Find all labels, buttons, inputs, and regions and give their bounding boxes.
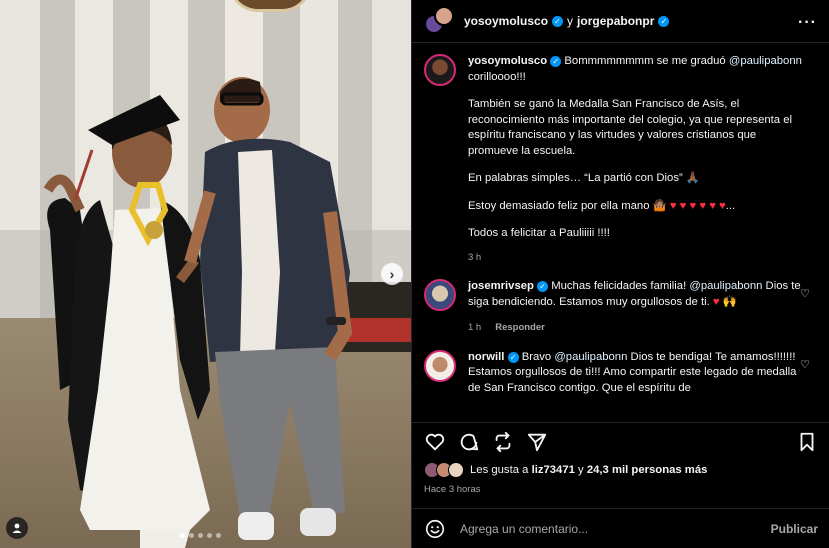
verified-badge-icon: ✓ xyxy=(507,351,519,363)
caption-paragraph: También se ganó la Medalla San Francisco… xyxy=(468,98,793,157)
post-timestamp: Hace 3 horas xyxy=(424,484,481,495)
emoji-picker-icon[interactable] xyxy=(424,518,446,540)
more-options-icon[interactable]: ··· xyxy=(798,14,817,32)
comment-emojis: ♥ 🙌 xyxy=(712,295,737,308)
liker-username[interactable]: liz73471 xyxy=(532,464,575,476)
comment-composer: Publicar xyxy=(412,508,829,548)
caption-username[interactable]: yosoymolusco xyxy=(468,55,547,67)
author-connector: y xyxy=(567,14,574,28)
instagram-post-modal: › yosoymolusco ✓ y jorgepabonpr ✓ ··· yo… xyxy=(0,0,829,548)
collab-avatars[interactable] xyxy=(424,6,454,36)
avatar[interactable] xyxy=(424,349,456,382)
user-tag-icon xyxy=(12,523,22,533)
caption-paragraph: Estoy demasiado feliz por ella mano 🤷🏽 ♥… xyxy=(468,199,804,215)
bookmark-icon[interactable] xyxy=(796,431,818,453)
author-username[interactable]: yosoymolusco xyxy=(464,14,548,28)
heart-emojis: ♥ ♥ ♥ ♥ ♥ ♥ xyxy=(669,199,726,212)
carousel-indicator xyxy=(180,533,221,538)
like-comment-heart-icon[interactable]: ♡ xyxy=(800,358,810,371)
carousel-dot xyxy=(180,533,185,538)
liker-avatars xyxy=(424,462,466,478)
like-heart-icon[interactable] xyxy=(424,431,446,453)
likes-count[interactable]: 24,3 mil personas más xyxy=(587,464,708,476)
avatar xyxy=(448,462,464,478)
verified-badge-icon: ✓ xyxy=(537,281,549,293)
reply-button[interactable]: Responder xyxy=(495,320,545,336)
repost-icon[interactable] xyxy=(492,431,514,453)
comment-input[interactable] xyxy=(460,521,771,536)
carousel-dot xyxy=(216,533,221,538)
likes-summary[interactable]: Les gusta a liz73471 y 24,3 mil personas… xyxy=(424,462,707,478)
comment: josemrivsep ✓ Muchas felicidades familia… xyxy=(424,279,818,336)
post-photo[interactable]: › xyxy=(0,0,411,548)
avatar[interactable] xyxy=(424,279,456,311)
verified-badge-icon: ✓ xyxy=(550,56,562,68)
post-side-panel: yosoymolusco ✓ y jorgepabonpr ✓ ··· yoso… xyxy=(411,0,829,548)
comment: norwill ✓ Bravo @paulipabonn Dios te ben… xyxy=(424,349,818,397)
caption: yosoymolusco ✓ Bommmmmmmm se me graduó @… xyxy=(424,54,818,265)
tagged-users-button[interactable] xyxy=(6,517,28,539)
man-figure xyxy=(184,77,353,540)
likes-prefix: Les gusta a xyxy=(470,464,529,476)
share-send-icon[interactable] xyxy=(526,431,548,453)
like-comment-heart-icon[interactable]: ♡ xyxy=(800,287,810,300)
post-authors: yosoymolusco ✓ y jorgepabonpr ✓ xyxy=(464,14,670,28)
comment-text: Bravo xyxy=(521,350,552,363)
carousel-dot xyxy=(198,533,203,538)
verified-badge-icon: ✓ xyxy=(552,15,564,27)
comment-mention[interactable]: @paulipabonn xyxy=(689,280,762,292)
likes-connector: y xyxy=(578,464,584,476)
caption-paragraph: Todos a felicitar a Pauliiiii !!!! xyxy=(468,227,610,239)
caption-text: Estoy demasiado feliz por ella mano 🤷🏽 xyxy=(468,199,667,212)
comments-list: yosoymolusco ✓ Bommmmmmmm se me graduó @… xyxy=(412,54,829,419)
avatar xyxy=(434,6,454,26)
caption-paragraph: En palabras simples… “La partió con Dios… xyxy=(468,172,700,184)
post-actions xyxy=(412,422,829,456)
coauthor-username[interactable]: jorgepabonpr xyxy=(577,14,654,28)
publish-button[interactable]: Publicar xyxy=(771,522,818,536)
caption-ellipsis: ... xyxy=(725,199,736,212)
next-slide-button[interactable]: › xyxy=(381,263,403,285)
carousel-dot xyxy=(189,533,194,538)
post-header: yosoymolusco ✓ y jorgepabonpr ✓ ··· xyxy=(412,0,829,43)
chevron-right-icon: › xyxy=(389,266,395,282)
caption-mention[interactable]: @paulipabonn xyxy=(729,55,802,67)
comment-mention[interactable]: @paulipabonn xyxy=(554,351,627,363)
comment-text: Muchas felicidades familia! xyxy=(551,280,687,292)
comment-username[interactable]: josemrivsep xyxy=(468,280,534,292)
verified-badge-icon: ✓ xyxy=(658,15,670,27)
caption-line1: Bommmmmmmm se me graduó xyxy=(564,55,726,67)
carousel-dot xyxy=(207,533,212,538)
avatar[interactable] xyxy=(424,54,456,86)
caption-line1-tail: corilloooo!!! xyxy=(468,70,526,83)
comment-username[interactable]: norwill xyxy=(468,351,504,363)
comment-time: 1 h xyxy=(468,322,482,333)
caption-time: 3 h xyxy=(468,251,482,263)
comment-bubble-icon[interactable] xyxy=(458,431,480,453)
